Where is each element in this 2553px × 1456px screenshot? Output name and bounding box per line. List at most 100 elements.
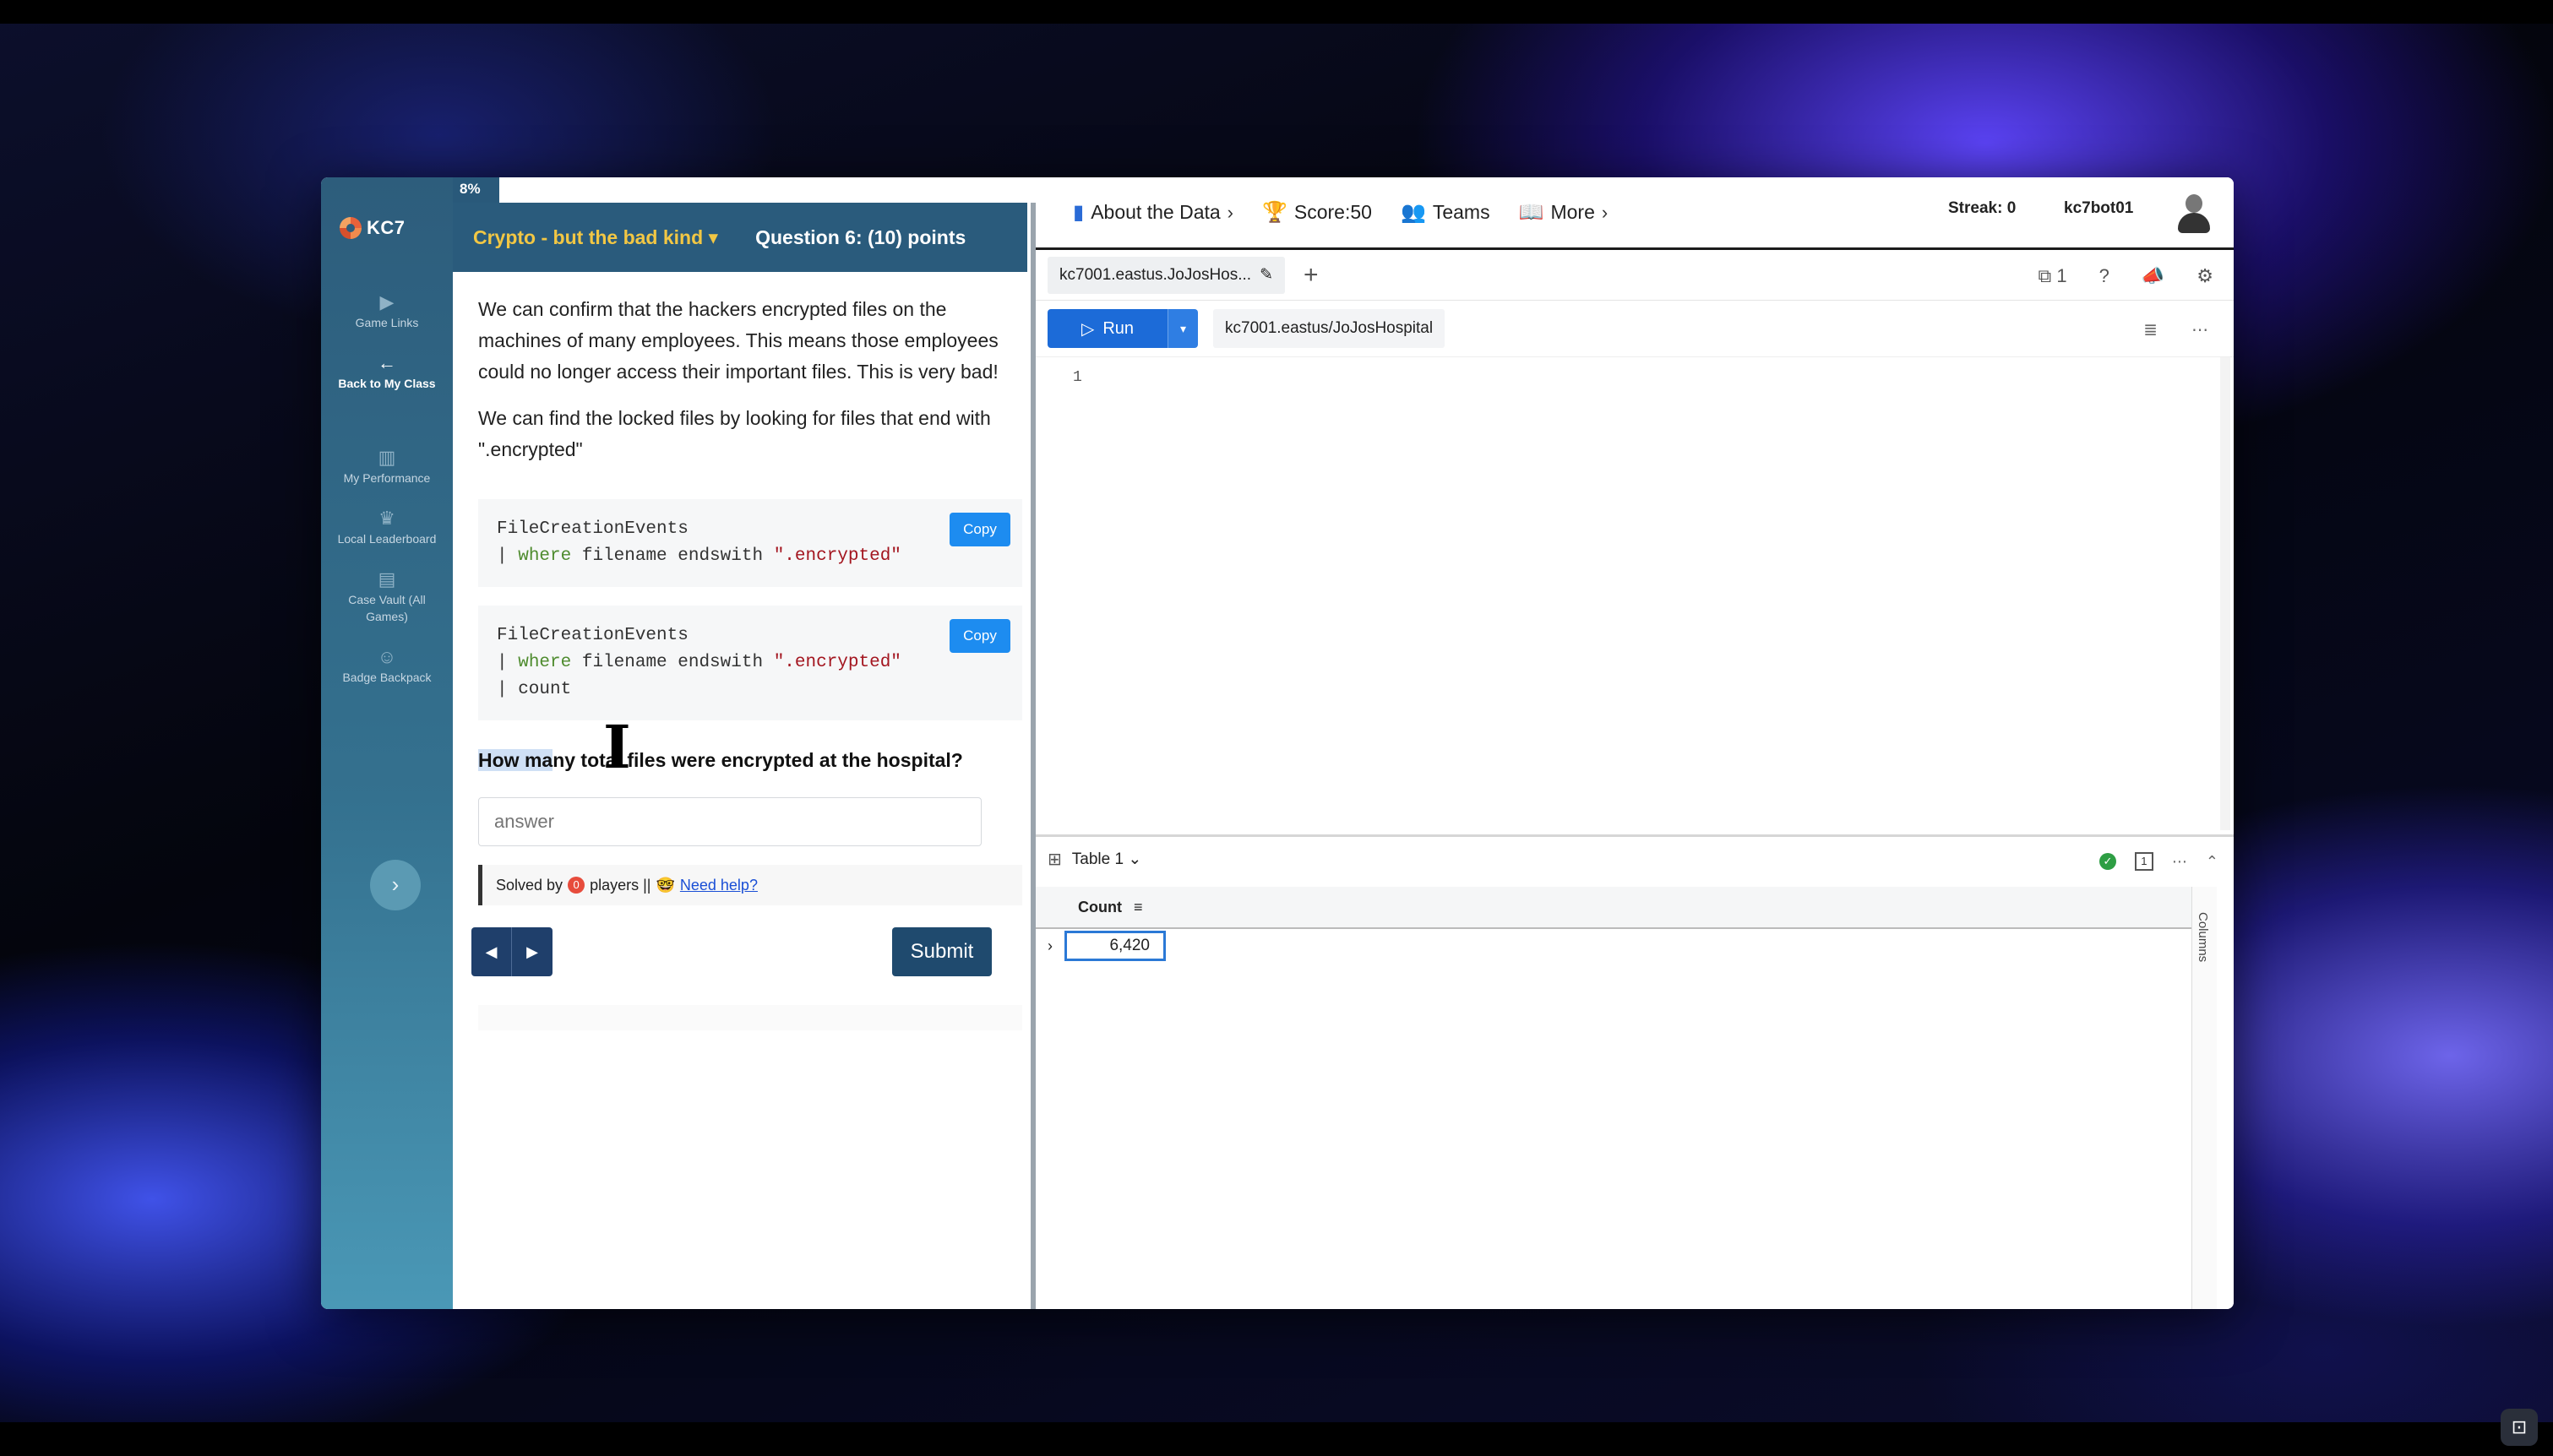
code-text: filename endswith — [571, 653, 774, 672]
table-row[interactable]: › 6,420 — [1036, 929, 2191, 963]
results-tab[interactable]: Table 1 ⌄ — [1072, 850, 1141, 869]
bottom-letterbox — [0, 1422, 2553, 1456]
about-data-menu[interactable]: ▮ About the Data › — [1073, 200, 1233, 225]
pencil-icon[interactable]: ✎ — [1260, 265, 1273, 285]
code-line: FileCreationEvents — [497, 519, 689, 539]
progress-track: 8% — [453, 177, 1036, 203]
more-options-icon[interactable]: ⋯ — [2172, 853, 2187, 871]
question-panel: 8% Crypto - but the bad kind ▾ Question … — [453, 177, 1036, 1309]
question-header: Crypto - but the bad kind ▾ Question 6: … — [453, 203, 1027, 272]
code-text: filename endswith — [571, 546, 774, 566]
screen-record-icon[interactable]: ⊡ — [2501, 1409, 2538, 1446]
collapse-icon[interactable]: ⌃ — [2206, 853, 2218, 871]
answer-input[interactable] — [478, 797, 982, 846]
submit-button[interactable]: Submit — [892, 927, 992, 976]
play-icon: ▷ — [1081, 319, 1095, 339]
result-count-badge[interactable]: 1 — [2134, 852, 2153, 871]
chevron-down-icon: ▾ — [1179, 321, 1187, 335]
run-label: Run — [1102, 318, 1135, 338]
teams-menu[interactable]: 👥 Teams — [1401, 200, 1490, 225]
results-tools: ✓ 1 ⋯ ⌃ — [2098, 852, 2218, 871]
chevron-right-icon: › — [1601, 201, 1609, 223]
kc7-logo-icon — [340, 217, 362, 239]
score-display[interactable]: 🏆 Score:50 — [1262, 200, 1372, 225]
trophy-icon: 🏆 — [1262, 201, 1287, 224]
code-keyword: where — [518, 653, 572, 672]
archive-icon: ▤ — [378, 568, 396, 589]
run-toolbar: ▷ Run ▾ kc7001.eastus/JoJosHospital — [1036, 301, 2234, 356]
run-options-dropdown[interactable]: ▾ — [1168, 309, 1198, 348]
category-dropdown[interactable]: Crypto - but the bad kind ▾ — [473, 226, 718, 249]
sidebar-item-case-vault[interactable]: ▤ Case Vault (All Games) — [321, 559, 453, 637]
top-letterbox — [0, 0, 2553, 24]
avatar[interactable] — [2176, 193, 2212, 235]
copies-count: 1 — [2056, 265, 2067, 286]
chevron-right-icon: › — [1227, 201, 1233, 223]
row-expand-icon[interactable]: › — [1048, 937, 1053, 955]
column-menu-icon[interactable]: ≡ — [1134, 899, 1143, 916]
editor-scrollbar[interactable] — [2220, 357, 2230, 830]
sidebar-item-label: My Performance — [343, 471, 431, 485]
columns-label: Columns — [2196, 912, 2210, 963]
logo-text: KC7 — [367, 217, 406, 238]
more-options-icon[interactable]: ⋯ — [2191, 319, 2208, 340]
caret-down-icon: ▾ — [708, 225, 719, 248]
code-keyword: where — [518, 546, 572, 566]
question-paragraph: We can confirm that the hackers encrypte… — [478, 298, 999, 383]
more-menu[interactable]: 📖 More › — [1519, 200, 1609, 225]
table-cell[interactable]: 6,420 — [1064, 931, 1166, 961]
table-header: Count ≡ — [1036, 887, 2191, 929]
settings-gear-icon[interactable]: ⚙ — [2196, 265, 2213, 287]
help-icon[interactable]: ? — [2099, 265, 2109, 287]
sidebar-item-badge-backpack[interactable]: ☺ Badge Backpack — [321, 637, 453, 698]
question-body: We can confirm that the hackers encrypte… — [478, 294, 1027, 905]
sidebar-item-back-to-class[interactable]: ← Back to My Class — [321, 343, 453, 404]
code-line: | count — [497, 680, 572, 699]
more-label: More — [1550, 201, 1595, 223]
copy-button[interactable]: Copy — [950, 619, 1010, 653]
query-tab-label: kc7001.eastus.JoJosHos... — [1059, 265, 1252, 284]
category-label: Crypto - but the bad kind — [473, 225, 704, 248]
code-line: | where filename endswith ".encrypted" — [497, 649, 1004, 676]
code-string: ".encrypted" — [773, 653, 901, 672]
sidebar-expand-button[interactable]: › — [370, 860, 421, 910]
line-number: 1 — [1073, 369, 1082, 386]
top-navbar: ▮ About the Data › 🏆 Score:50 👥 Teams 📖 … — [1036, 177, 2234, 250]
solved-count-badge: 0 — [568, 877, 585, 894]
connection-selector[interactable]: kc7001.eastus/JoJosHospital — [1213, 309, 1445, 348]
progress-label: 8% — [460, 181, 481, 197]
teams-label: Teams — [1432, 201, 1490, 223]
sidebar-item-performance[interactable]: ▥ My Performance — [321, 437, 453, 498]
sidebar-item-game-links[interactable]: ▶ Game Links — [321, 282, 453, 343]
code-line: FileCreationEvents — [497, 626, 689, 645]
column-header-count[interactable]: Count — [1078, 899, 1122, 916]
copies-indicator[interactable]: ⧉ 1 — [2039, 265, 2067, 287]
sidebar-item-leaderboard[interactable]: ♛ Local Leaderboard — [321, 498, 453, 559]
book-icon: 📖 — [1518, 201, 1544, 224]
next-question-button[interactable]: ▶ — [512, 927, 553, 976]
need-help-link[interactable]: Need help? — [680, 877, 758, 894]
query-editor[interactable]: 1 — [1036, 356, 2234, 830]
run-button[interactable]: ▷ Run — [1048, 309, 1168, 348]
code-pipe: | — [497, 546, 519, 566]
tab-toolbar: ⧉ 1 ? 📣 ⚙ — [2039, 265, 2213, 287]
person-icon: ☺ — [377, 646, 397, 667]
solved-prefix: Solved by — [496, 876, 563, 894]
format-query-icon[interactable]: ≣ — [2143, 319, 2158, 340]
megaphone-icon[interactable]: 📣 — [2142, 265, 2164, 287]
previous-question-button[interactable]: ◀ — [471, 927, 512, 976]
results-table: Count ≡ › 6,420 — [1036, 887, 2191, 1309]
streak-counter: Streak: 0 — [1948, 199, 2017, 217]
trophy-icon: ♛ — [378, 508, 395, 529]
about-data-label: About the Data — [1091, 201, 1221, 223]
username[interactable]: kc7bot01 — [2064, 199, 2133, 218]
logo[interactable]: KC7 — [321, 177, 453, 248]
add-tab-button[interactable]: + — [1304, 261, 1319, 290]
table-grid-icon: ⊞ — [1048, 850, 1062, 869]
play-icon: ▶ — [379, 291, 395, 312]
score-label: Score:50 — [1293, 201, 1372, 223]
copy-icon: ⧉ — [2038, 265, 2052, 286]
query-tab[interactable]: kc7001.eastus.JoJosHos... ✎ — [1048, 256, 1285, 294]
copy-button[interactable]: Copy — [950, 513, 1010, 546]
columns-panel-toggle[interactable]: Columns — [2191, 887, 2217, 1309]
